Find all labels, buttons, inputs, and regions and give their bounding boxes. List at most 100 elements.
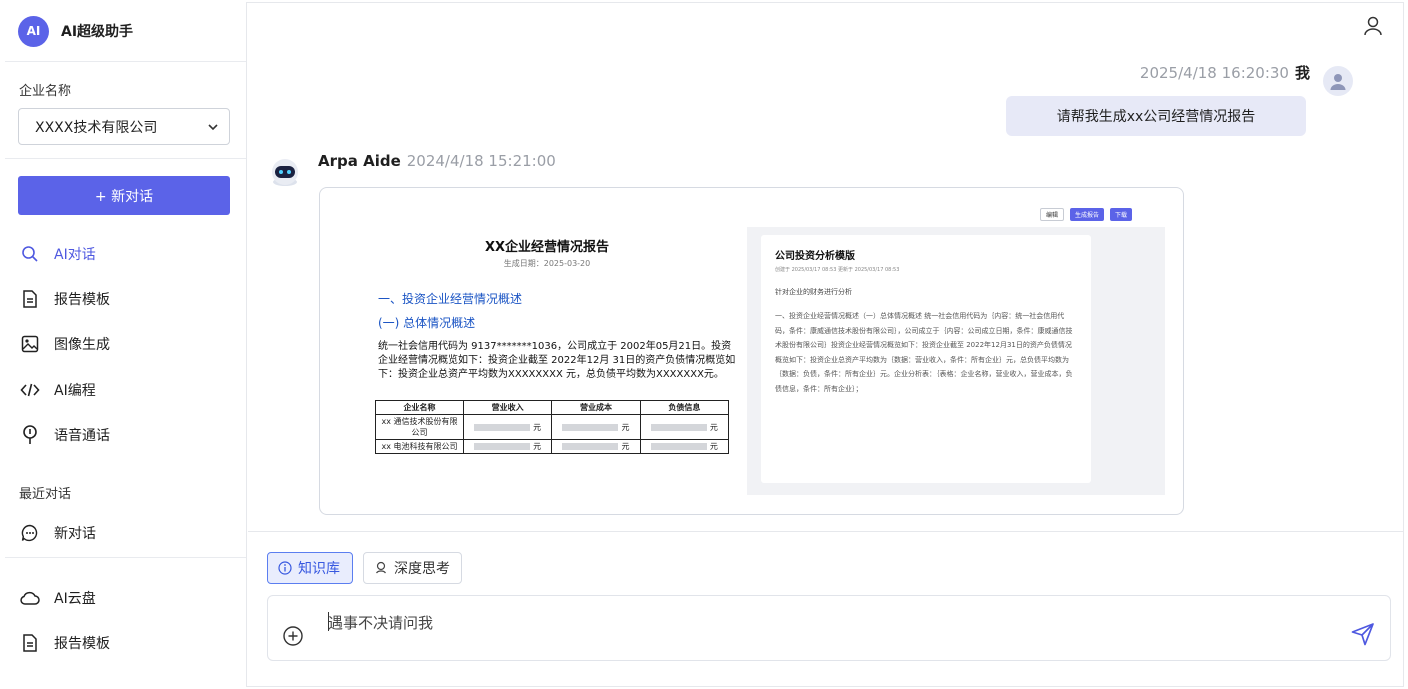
company-select[interactable]: XXXX技术有限公司 — [18, 108, 230, 145]
table-cell-company: xx 电池科技有限公司 — [375, 439, 464, 454]
redacted-value — [474, 443, 531, 450]
template-title: 公司投资分析模版 — [775, 251, 855, 262]
message-composer — [267, 595, 1391, 661]
robot-icon — [272, 159, 298, 186]
bot-name: Arpa Aide — [318, 152, 401, 170]
table-cell-company: xx 通信技术股份有限公司 — [375, 414, 464, 440]
unit-label: 元 — [621, 442, 630, 451]
user-message-time: 2025/4/18 16:20:30 — [1139, 64, 1289, 82]
company-select-value: XXXX技术有限公司 — [35, 119, 158, 136]
chevron-down-icon — [208, 123, 218, 130]
report-title: XX企业经营情况报告 — [484, 240, 610, 255]
image-icon — [20, 334, 40, 354]
table-header: 负债信息 — [639, 400, 730, 415]
table-header: 营业收入 — [462, 400, 553, 415]
report-paragraph: 统一社会信用代码为 9137*******1036，公司成立于 2002年05月… — [378, 341, 736, 380]
sidebar-item-label: AI编程 — [54, 383, 96, 399]
text-caret — [328, 612, 329, 631]
sidebar-item-image-gen[interactable]: 图像生成 — [20, 332, 110, 356]
microphone-icon — [20, 425, 40, 445]
unit-label: 元 — [621, 422, 630, 432]
table-header: 营业成本 — [551, 400, 641, 415]
deep-thinking-label: 深度思考 — [394, 561, 450, 577]
report-table: 企业名称 营业收入 营业成本 负债信息 xx 通信技术股份有限公司 元 元 元 … — [375, 400, 730, 454]
code-icon — [20, 380, 40, 400]
document-icon — [20, 633, 40, 653]
user-message-sender: 我 — [1294, 64, 1310, 82]
table-cell: 元 — [462, 414, 553, 440]
brand-name: AI超级助手 — [61, 24, 134, 40]
table-cell: 元 — [639, 414, 730, 440]
divider — [5, 557, 246, 558]
sidebar-item-label: AI云盘 — [54, 591, 96, 607]
composer-divider — [248, 531, 1404, 532]
unit-label: 元 — [709, 422, 718, 432]
sidebar-item-label: 语音通话 — [54, 428, 110, 444]
report-heading-1: 一、投资企业经营情况概述 — [378, 292, 523, 306]
template-description: 针对企业的财务进行分析 — [775, 288, 852, 296]
sidebar-item-voice-call[interactable]: 语音通话 — [20, 423, 110, 447]
template-body: 一、投资企业经营情况概述（一）总体情况概述 统一社会信用代码为｛内容：统一社会信… — [775, 312, 1073, 393]
new-chat-button[interactable]: + 新对话 — [18, 176, 230, 215]
divider — [5, 158, 246, 159]
document-icon — [20, 289, 40, 309]
redacted-value — [650, 423, 707, 431]
thinking-icon — [376, 561, 386, 574]
report-document-preview: XX企业经营情况报告 生成日期：2025-03-20 一、投资企业经营情况概述 … — [352, 224, 742, 474]
user-message-meta: 2025/4/18 16:20:30 我 — [1140, 62, 1310, 83]
table-header-row: 企业名称 营业收入 营业成本 负债信息 — [375, 400, 730, 415]
edit-button[interactable]: 编辑 — [1040, 208, 1065, 221]
chat-bubble-icon — [20, 523, 40, 543]
message-input[interactable] — [328, 612, 1308, 634]
knowledge-base-label: 知识库 — [298, 561, 340, 577]
bot-message-meta: Arpa Aide 2024/4/18 15:21:00 — [318, 152, 556, 170]
sidebar: AI AI超级助手 企业名称 XXXX技术有限公司 + 新对话 AI对话 报告模… — [5, 2, 247, 687]
sidebar-item-label: 报告模板 — [54, 636, 110, 652]
search-icon — [20, 244, 40, 264]
table-cell: 元 — [551, 414, 641, 440]
sidebar-item-ai-chat[interactable]: AI对话 — [20, 242, 96, 266]
company-label: 企业名称 — [19, 84, 72, 99]
recent-chat-label: 新对话 — [54, 526, 96, 542]
user-avatar-icon — [1330, 74, 1346, 90]
add-attachment-icon[interactable] — [282, 625, 304, 647]
sidebar-item-label: 报告模板 — [54, 292, 110, 308]
knowledge-base-chip[interactable]: 知识库 — [267, 552, 353, 584]
template-meta: 创建于 2025/03/17 08:53 更新于 2025/03/17 08:5… — [775, 267, 900, 273]
unit-label: 元 — [533, 442, 542, 451]
generate-report-button[interactable]: 生成报告 — [1070, 208, 1105, 221]
unit-label: 元 — [533, 422, 542, 432]
table-cell: 元 — [639, 439, 730, 454]
report-heading-2: (一) 总体情况概述 — [378, 316, 476, 330]
brand-logo: AI — [18, 15, 49, 47]
recent-chats-label: 最近对话 — [19, 487, 72, 502]
report-preview-card[interactable]: XX企业经营情况报告 生成日期：2025-03-20 一、投资企业经营情况概述 … — [319, 187, 1184, 515]
table-header: 企业名称 — [375, 400, 464, 415]
sidebar-item-label: 图像生成 — [54, 337, 110, 353]
brand: AI AI超级助手 — [18, 15, 133, 47]
sidebar-item-label: AI对话 — [54, 247, 96, 263]
redacted-value — [562, 423, 619, 431]
redacted-value — [650, 443, 707, 450]
sidebar-item-report-template-2[interactable]: 报告模板 — [20, 631, 110, 655]
sidebar-item-ai-cloud[interactable]: AI云盘 — [20, 586, 96, 610]
user-message-bubble: 请帮我生成xx公司经营情况报告 — [1006, 96, 1306, 136]
divider — [5, 61, 246, 62]
info-icon — [278, 561, 292, 575]
sidebar-item-report-template[interactable]: 报告模板 — [20, 287, 110, 311]
cloud-icon — [20, 588, 40, 608]
table-row: xx 通信技术股份有限公司 元 元 元 — [375, 414, 730, 440]
table-row: xx 电池科技有限公司 元 元 元 — [375, 439, 730, 454]
unit-label: 元 — [709, 442, 718, 451]
recent-chat-item[interactable]: 新对话 — [20, 521, 96, 545]
download-button[interactable]: 下载 — [1110, 208, 1133, 221]
user-profile-icon[interactable] — [1362, 15, 1384, 37]
bot-message-time: 2024/4/18 15:21:00 — [406, 152, 556, 170]
table-cell: 元 — [462, 439, 553, 454]
report-date: 生成日期：2025-03-20 — [503, 259, 591, 268]
deep-thinking-chip[interactable]: 深度思考 — [363, 552, 462, 584]
template-panel: 公司投资分析模版 创建于 2025/03/17 08:53 更新于 2025/0… — [747, 227, 1165, 495]
template-toolbar: 编辑 生成报告 下载 — [1040, 208, 1133, 221]
send-icon[interactable] — [1350, 621, 1376, 647]
sidebar-item-ai-coding[interactable]: AI编程 — [20, 378, 96, 402]
